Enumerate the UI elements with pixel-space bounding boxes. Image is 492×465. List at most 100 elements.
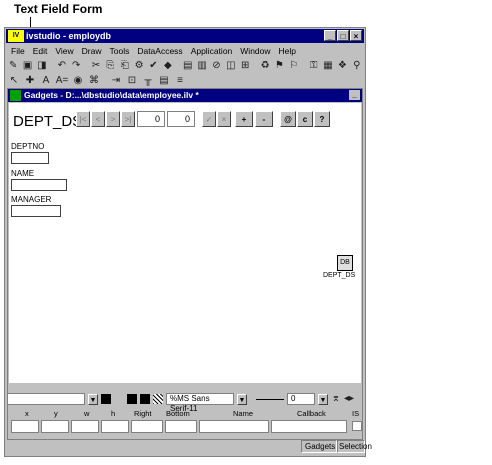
draw-tool-2-icon[interactable]: A: [39, 74, 53, 88]
nav-prev-button[interactable]: <: [91, 111, 105, 127]
close-button[interactable]: ×: [350, 30, 362, 41]
main-tool-21-icon[interactable]: ⚑: [273, 59, 285, 73]
pattern-swatch[interactable]: [140, 394, 150, 404]
line-width-dropdown-icon[interactable]: ▼: [318, 393, 328, 405]
main-tool-26-icon[interactable]: ❖: [336, 59, 348, 73]
draw-tool-5-icon[interactable]: ⌘: [87, 74, 101, 88]
nav-validate-button[interactable]: ✓: [202, 111, 216, 127]
main-tool-24-icon[interactable]: ⚿: [307, 59, 319, 73]
draw-tool-8-icon[interactable]: ⊡: [125, 74, 139, 88]
nav-clear-button[interactable]: c: [297, 111, 313, 127]
prop-is-checkbox[interactable]: [352, 421, 362, 431]
main-tool-15-icon[interactable]: ▥: [196, 59, 208, 73]
main-tool-20-icon[interactable]: ♻: [259, 59, 271, 73]
nav-help-button[interactable]: ?: [314, 111, 330, 127]
draw-tool-11-icon[interactable]: ≡: [173, 74, 187, 88]
nav-next-button[interactable]: >: [106, 111, 120, 127]
background-color-swatch[interactable]: [127, 394, 137, 404]
app-logo-icon: IV: [8, 30, 24, 42]
deptno-text-field[interactable]: [11, 152, 49, 164]
field-label-name: NAME: [11, 169, 35, 178]
nav-last-button[interactable]: >|: [121, 111, 135, 127]
draw-tool-10-icon[interactable]: ▤: [157, 74, 171, 88]
main-separator: [302, 59, 306, 73]
hatch-pattern-icon[interactable]: [153, 394, 163, 404]
nav-cancel-button[interactable]: ×: [217, 111, 231, 127]
font-select[interactable]: %MS Sans Serif-11: [166, 393, 234, 413]
nav-query-button[interactable]: @: [280, 111, 296, 127]
line-width-select[interactable]: 0: [287, 393, 315, 405]
font-dropdown-icon[interactable]: ▼: [237, 393, 247, 405]
prop-y-field[interactable]: [41, 420, 69, 433]
main-tool-8-icon[interactable]: ⎘: [104, 59, 116, 73]
main-tool-14-icon[interactable]: ▤: [182, 59, 194, 73]
prop-header-name: Name: [233, 409, 254, 418]
draw-tool-3-icon[interactable]: A=: [55, 74, 69, 88]
main-tool-1-icon[interactable]: ▣: [21, 59, 33, 73]
menu-draw[interactable]: Draw: [78, 44, 106, 58]
design-canvas[interactable]: DEPT_DS |< < > >| 0 0 ✓ × + - @ c ? DEPT…: [9, 103, 361, 383]
layer-dropdown-icon[interactable]: ▼: [88, 393, 98, 405]
draw-tool-1-icon[interactable]: ✚: [23, 74, 37, 88]
prop-w-field[interactable]: [71, 420, 99, 433]
prop-callback-field[interactable]: [271, 420, 347, 433]
main-tool-7-icon[interactable]: ✂: [90, 59, 102, 73]
data-source-label: DEPT_DS: [323, 272, 356, 279]
menu-view[interactable]: View: [51, 44, 77, 58]
main-tool-22-icon[interactable]: ⚐: [288, 59, 300, 73]
style-bar: ▼ %MS Sans Serif-11 ▼ 0 ▼ ⌆ ◂▸: [7, 392, 363, 413]
menu-file[interactable]: File: [7, 44, 29, 58]
layer-select[interactable]: [7, 393, 85, 405]
main-tool-10-icon[interactable]: ⚙: [133, 59, 145, 73]
main-tool-0-icon[interactable]: ✎: [7, 59, 19, 73]
manager-text-field[interactable]: [11, 205, 61, 217]
prop-header-callback: Callback: [297, 409, 326, 418]
draw-tool-7-icon[interactable]: ⇥: [109, 74, 123, 88]
draw-tool-0-icon[interactable]: ↖: [7, 74, 21, 88]
draw-tool-4-icon[interactable]: ◉: [71, 74, 85, 88]
main-separator: [176, 59, 180, 73]
main-tool-9-icon[interactable]: ⎗: [119, 59, 131, 73]
main-tool-2-icon[interactable]: ◨: [36, 59, 48, 73]
prop-name-field[interactable]: [199, 420, 269, 433]
record-index-field[interactable]: 0: [137, 111, 165, 127]
draw-tool-9-icon[interactable]: ╥: [141, 74, 155, 88]
prop-bottom-field[interactable]: [165, 420, 197, 433]
document-minimize-button[interactable]: _: [349, 90, 360, 100]
property-headers: x y w h Right Bottom Name Callback IS: [7, 409, 363, 419]
record-count-field[interactable]: 0: [167, 111, 195, 127]
nav-first-button[interactable]: |<: [76, 111, 90, 127]
field-label-manager: MANAGER: [11, 195, 52, 204]
prop-x-field[interactable]: [11, 420, 39, 433]
foreground-color-swatch[interactable]: [101, 394, 111, 404]
menu-application[interactable]: Application: [187, 44, 237, 58]
menu-tools[interactable]: Tools: [105, 44, 133, 58]
menu-dataaccess[interactable]: DataAccess: [133, 44, 186, 58]
menu-bar: File Edit View Draw Tools DataAccess App…: [7, 44, 363, 58]
prop-right-field[interactable]: [131, 420, 163, 433]
maximize-button[interactable]: □: [337, 30, 349, 41]
main-tool-27-icon[interactable]: ⚲: [351, 59, 363, 73]
prop-h-field[interactable]: [101, 420, 129, 433]
nav-delete-button[interactable]: -: [255, 111, 273, 127]
name-text-field[interactable]: [11, 179, 67, 191]
minimize-button[interactable]: _: [324, 30, 336, 41]
data-source-icon[interactable]: DB: [337, 255, 353, 271]
main-tool-17-icon[interactable]: ◫: [225, 59, 237, 73]
line-width-preview: [256, 398, 284, 400]
nav-insert-button[interactable]: +: [235, 111, 253, 127]
main-tool-11-icon[interactable]: ✔: [147, 59, 159, 73]
scroll-icon[interactable]: ◂▸: [344, 392, 354, 406]
menu-help[interactable]: Help: [275, 44, 300, 58]
prop-header-y: y: [54, 409, 58, 418]
document-titlebar: Gadgets - D:...\dbstudio\data\employee.i…: [8, 89, 362, 102]
arrow-style-icon[interactable]: ⌆: [331, 392, 341, 406]
main-tool-25-icon[interactable]: ▦: [322, 59, 334, 73]
main-tool-18-icon[interactable]: ⊞: [239, 59, 251, 73]
main-tool-5-icon[interactable]: ↷: [70, 59, 82, 73]
main-tool-4-icon[interactable]: ↶: [56, 59, 68, 73]
main-tool-16-icon[interactable]: ⊘: [210, 59, 222, 73]
menu-edit[interactable]: Edit: [29, 44, 52, 58]
main-tool-12-icon[interactable]: ◆: [162, 59, 174, 73]
menu-window[interactable]: Window: [236, 44, 274, 58]
